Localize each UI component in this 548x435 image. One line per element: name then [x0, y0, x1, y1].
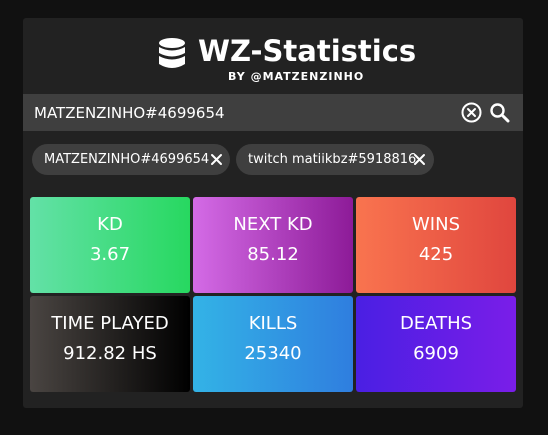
- chip-label: MATZENZINHO#4699654: [44, 152, 210, 167]
- header: WZ-Statistics BY @MATZENZINHO: [23, 18, 523, 94]
- app-title: WZ-Statistics: [198, 34, 417, 68]
- stat-label: KD: [97, 214, 123, 235]
- stat-label: KILLS: [248, 313, 298, 334]
- stat-label: TIME PLAYED: [51, 313, 169, 334]
- stat-card-kd: KD 3.67: [30, 197, 190, 293]
- stat-label: WINS: [412, 214, 460, 235]
- stat-card-wins: WINS 425: [356, 197, 516, 293]
- stat-label: NEXT KD: [233, 214, 313, 235]
- stat-card-next-kd: NEXT KD 85.12: [193, 197, 353, 293]
- stat-card-deaths: DEATHS 6909: [356, 296, 516, 392]
- search-icon[interactable]: [489, 102, 510, 123]
- database-icon: [159, 38, 185, 68]
- close-icon[interactable]: [209, 152, 224, 167]
- stat-value: 425: [418, 244, 454, 265]
- stat-card-time-played: TIME PLAYED 912.82 HS: [30, 296, 190, 392]
- stat-value: 85.12: [247, 244, 299, 265]
- close-icon[interactable]: [412, 152, 427, 167]
- stat-card-kills: KILLS 25340: [193, 296, 353, 392]
- clear-circle-icon[interactable]: [461, 102, 482, 123]
- stat-value: 25340: [244, 343, 302, 364]
- search-input[interactable]: [23, 94, 443, 131]
- stat-value: 3.67: [89, 244, 131, 265]
- chip-recent-search[interactable]: twitch matiikbz#5918816: [236, 144, 434, 175]
- chip-recent-search[interactable]: MATZENZINHO#4699654: [32, 144, 230, 175]
- app-subtitle: BY @MATZENZINHO: [228, 70, 365, 83]
- stat-value: 912.82 HS: [63, 343, 157, 364]
- stats-panel: WZ-Statistics BY @MATZENZINHO MATZENZINH…: [23, 18, 523, 408]
- stat-value: 6909: [413, 343, 459, 364]
- chip-label: twitch matiikbz#5918816: [248, 152, 417, 167]
- stat-label: DEATHS: [399, 313, 473, 334]
- search-bar: [23, 94, 523, 131]
